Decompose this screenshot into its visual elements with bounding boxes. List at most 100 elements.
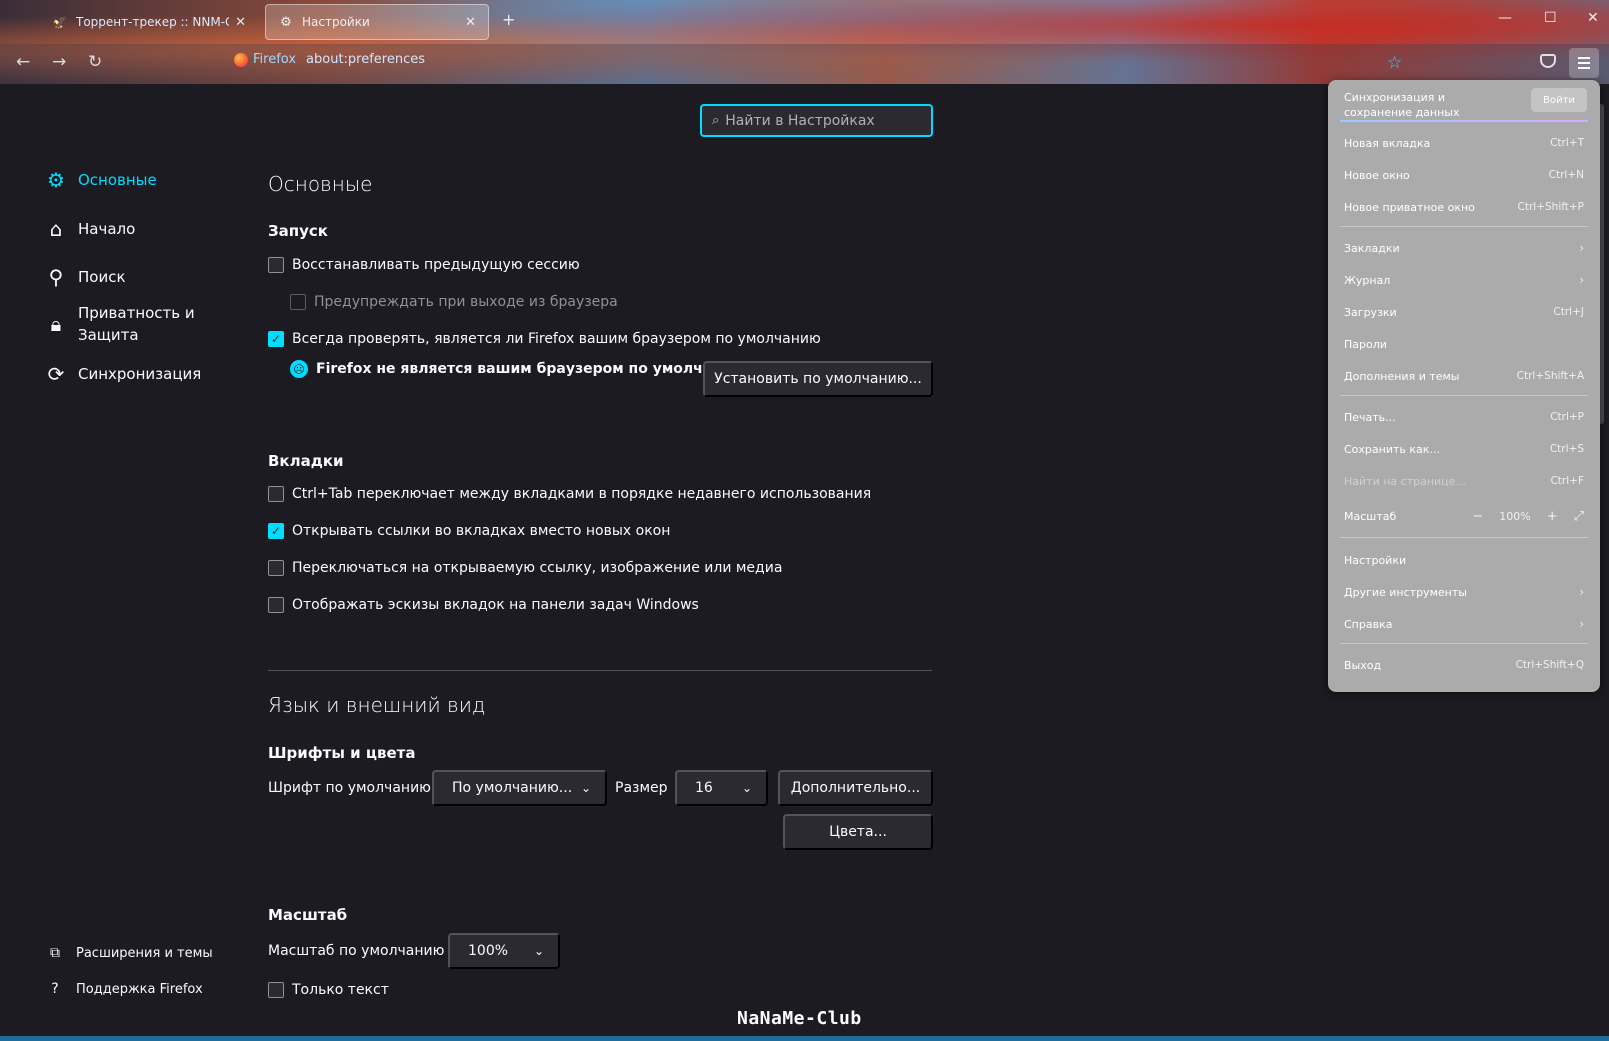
close-window-icon[interactable]: ✕ [1587, 10, 1599, 26]
taskbar-previews-checkbox[interactable] [268, 597, 284, 613]
sidebar-item-home[interactable]: ⌂ Начало [44, 217, 136, 241]
fullscreen-icon[interactable]: ⤢ [1574, 509, 1584, 524]
reload-icon[interactable]: ↻ [88, 52, 102, 72]
fonts-advanced-button[interactable]: Дополнительно... [778, 770, 933, 806]
menu-item-new-tab[interactable]: Новая вкладка Ctrl+T [1344, 135, 1584, 151]
menu-item-zoom: Масштаб − 100% + ⤢ [1344, 508, 1584, 524]
new-tab-icon[interactable]: + [502, 10, 515, 29]
sidebar-item-privacy[interactable]: 🔒︎ Приватность и Защита [44, 302, 195, 346]
menu-item-help[interactable]: Справка › [1344, 616, 1584, 632]
zoom-level[interactable]: 100% [1499, 510, 1530, 523]
tab-settings[interactable]: ⚙ Настройки ✕ [265, 4, 489, 40]
check-default-checkbox[interactable]: ✓ [268, 331, 284, 347]
sidebar-item-label: Синхронизация [78, 365, 202, 383]
text-only-zoom-option[interactable]: Только текст [268, 982, 389, 998]
restore-session-checkbox[interactable] [268, 257, 284, 273]
switch-to-new-tab-checkbox[interactable] [268, 560, 284, 576]
switch-to-new-tab-option[interactable]: Переключаться на открываемую ссылку, изо… [268, 560, 782, 576]
bookmark-star-icon[interactable]: ☆ [1387, 53, 1402, 73]
identity-label: Firefox [253, 52, 297, 67]
menu-separator [1340, 226, 1588, 227]
switch-to-new-tab-label: Переключаться на открываемую ссылку, изо… [292, 560, 783, 576]
menu-item-more-tools[interactable]: Другие инструменты › [1344, 584, 1584, 600]
colors-button[interactable]: Цвета... [783, 814, 933, 850]
default-zoom-select[interactable]: 100% ⌄ [448, 933, 560, 969]
restore-session-label: Восстанавливать предыдущую сессию [292, 257, 580, 273]
menu-item-addons[interactable]: Дополнения и темы Ctrl+Shift+A [1344, 368, 1584, 384]
open-links-in-tabs-checkbox[interactable]: ✓ [268, 523, 284, 539]
zoom-in-icon[interactable]: + [1547, 509, 1558, 524]
forward-icon[interactable]: → [52, 52, 66, 72]
ctrl-tab-checkbox[interactable] [268, 486, 284, 502]
close-tab-icon[interactable]: ✕ [235, 15, 246, 30]
taskbar-previews-option[interactable]: Отображать эскизы вкладок на панели зада… [268, 597, 699, 613]
sidebar-support-link[interactable]: ? Поддержка Firefox [46, 980, 203, 998]
menu-item-save-as[interactable]: Сохранить как... Ctrl+S [1344, 441, 1584, 457]
support-label: Поддержка Firefox [76, 981, 203, 997]
close-tab-icon[interactable]: ✕ [465, 15, 476, 30]
tabs-heading: Вкладки [268, 452, 344, 470]
default-font-select[interactable]: По умолчанию... ⌄ [432, 770, 607, 806]
ctrl-tab-option[interactable]: Ctrl+Tab переключает между вкладками в п… [268, 486, 871, 502]
default-font-value: По умолчанию... [452, 780, 573, 796]
menu-item-downloads[interactable]: Загрузки Ctrl+J [1344, 304, 1584, 320]
menu-item-passwords[interactable]: Пароли [1344, 336, 1584, 352]
tab-tracker[interactable]: 🦅 Торрент-трекер :: NNM-Club ✕ [40, 4, 258, 40]
minimize-icon[interactable]: — [1498, 10, 1512, 26]
tab-title: Настройки [302, 15, 370, 29]
menu-item-exit[interactable]: Выход Ctrl+Shift+Q [1344, 657, 1584, 673]
puzzle-icon: ⧉ [50, 945, 60, 961]
not-default-text: Firefox не является вашим браузером по у… [316, 361, 746, 377]
menu-item-print[interactable]: Печать... Ctrl+P [1344, 409, 1584, 425]
tab-title: Торрент-трекер :: NNM-Club [76, 15, 229, 29]
sad-face-icon: ☹ [290, 360, 308, 378]
chevron-right-icon: › [1579, 617, 1584, 631]
identity-box[interactable]: Firefox [234, 52, 296, 67]
sidebar-item-general[interactable]: ⚙ Основные [44, 168, 157, 192]
back-icon[interactable]: ← [16, 52, 30, 72]
pocket-icon[interactable] [1540, 54, 1556, 68]
zoom-controls: − 100% + ⤢ [1472, 509, 1584, 524]
fonts-heading: Шрифты и цвета [268, 744, 416, 762]
page-title: Основные [268, 172, 373, 196]
app-menu-button[interactable] [1569, 48, 1599, 78]
app-menu-panel: Синхронизация и сохранение данных Войти … [1328, 80, 1600, 692]
check-default-option[interactable]: ✓ Всегда проверять, является ли Firefox … [268, 331, 821, 347]
lock-icon: 🔒︎ [50, 312, 62, 336]
text-only-zoom-checkbox[interactable] [268, 982, 284, 998]
font-size-select[interactable]: 16 ⌄ [675, 770, 768, 806]
gear-icon: ⚙ [47, 168, 65, 192]
menu-separator [1340, 643, 1588, 644]
maximize-icon[interactable]: ☐ [1544, 10, 1557, 26]
home-icon: ⌂ [49, 217, 63, 241]
watermark-logo: NaNaMe-Club [737, 1008, 862, 1029]
sidebar-item-label: Приватность и Защита [78, 304, 195, 344]
help-icon: ? [51, 981, 59, 997]
settings-search[interactable]: ⌕ [700, 104, 933, 137]
menu-item-bookmarks[interactable]: Закладки › [1344, 240, 1584, 256]
sidebar-item-search[interactable]: ⚲ Поиск [44, 265, 126, 289]
zoom-out-icon[interactable]: − [1472, 509, 1483, 524]
url-bar[interactable]: Firefox about:preferences [234, 52, 425, 67]
menu-item-private-window[interactable]: Новое приватное окно Ctrl+Shift+P [1344, 199, 1584, 215]
search-input[interactable] [725, 112, 916, 129]
menu-item-history[interactable]: Журнал › [1344, 272, 1584, 288]
menu-separator [1340, 395, 1588, 396]
browser-chrome: 🦅 Торрент-трекер :: NNM-Club ✕ ⚙ Настрой… [0, 0, 1609, 84]
url-text[interactable]: about:preferences [306, 52, 425, 67]
menu-item-new-window[interactable]: Новое окно Ctrl+N [1344, 167, 1584, 183]
default-zoom-label: Масштаб по умолчанию [268, 943, 445, 959]
warn-on-quit-label: Предупреждать при выходе из браузера [314, 294, 618, 310]
sidebar-item-sync[interactable]: ⟳ Синхронизация [44, 362, 202, 386]
sign-in-button[interactable]: Войти [1531, 88, 1587, 112]
tracker-favicon-icon: 🦅 [51, 14, 69, 30]
chevron-right-icon: › [1579, 273, 1584, 287]
font-size-label: Размер [615, 780, 668, 796]
restore-session-option[interactable]: Восстанавливать предыдущую сессию [268, 257, 580, 273]
open-links-in-tabs-option[interactable]: ✓ Открывать ссылки во вкладках вместо но… [268, 523, 670, 539]
menu-item-settings[interactable]: Настройки [1344, 552, 1584, 568]
default-browser-status: ☹ Firefox не является вашим браузером по… [290, 360, 745, 378]
set-default-button[interactable]: Установить по умолчанию... [703, 361, 933, 397]
sidebar-extensions-link[interactable]: ⧉ Расширения и темы [46, 944, 213, 962]
extensions-label: Расширения и темы [76, 945, 213, 961]
